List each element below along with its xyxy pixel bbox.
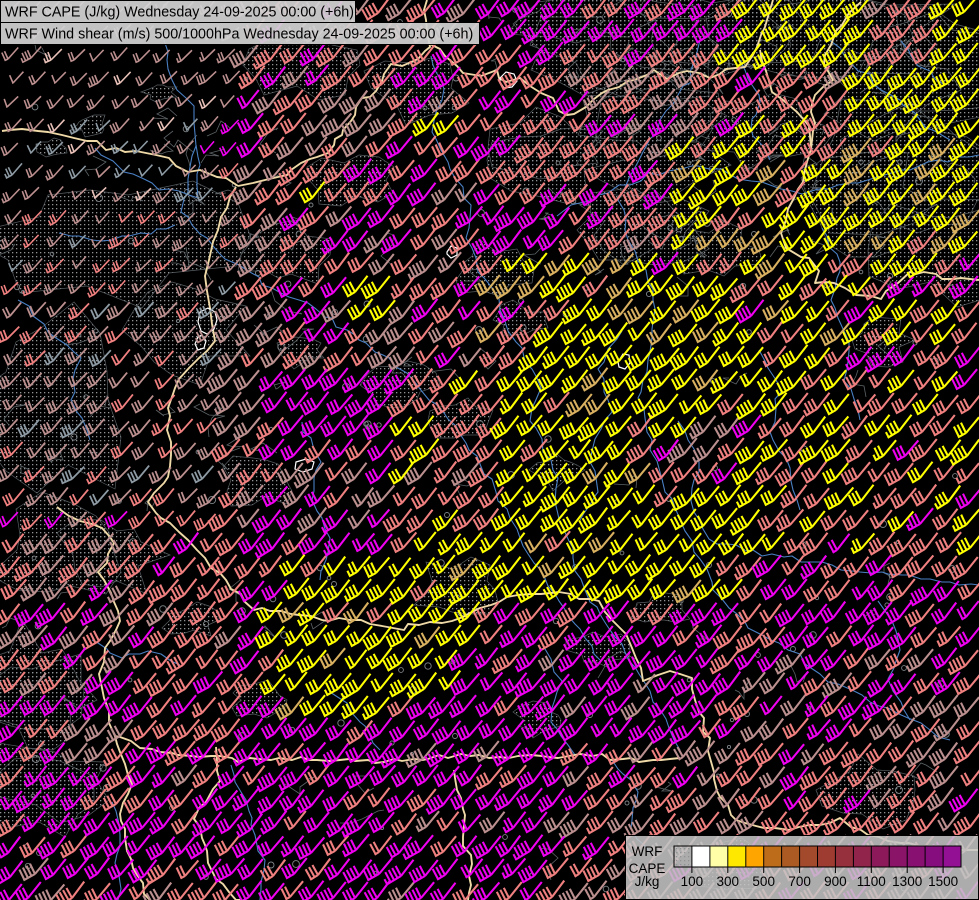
svg-text:WRF CAPE (J/kg) Wednesday 24-0: WRF CAPE (J/kg) Wednesday 24-09-2025 00:… [5, 5, 354, 21]
svg-text:500: 500 [752, 874, 775, 889]
svg-text:900: 900 [824, 874, 847, 889]
svg-text:1300: 1300 [892, 874, 922, 889]
svg-text:WRF: WRF [632, 844, 663, 859]
svg-text:1500: 1500 [928, 874, 958, 889]
svg-text:100: 100 [681, 874, 704, 889]
svg-text:300: 300 [717, 874, 740, 889]
svg-text:WRF Wind shear (m/s) 500/1000h: WRF Wind shear (m/s) 500/1000hPa Wednesd… [5, 27, 473, 43]
svg-text:J/kg: J/kg [635, 874, 660, 889]
svg-text:1100: 1100 [857, 874, 886, 889]
svg-text:700: 700 [788, 874, 811, 889]
